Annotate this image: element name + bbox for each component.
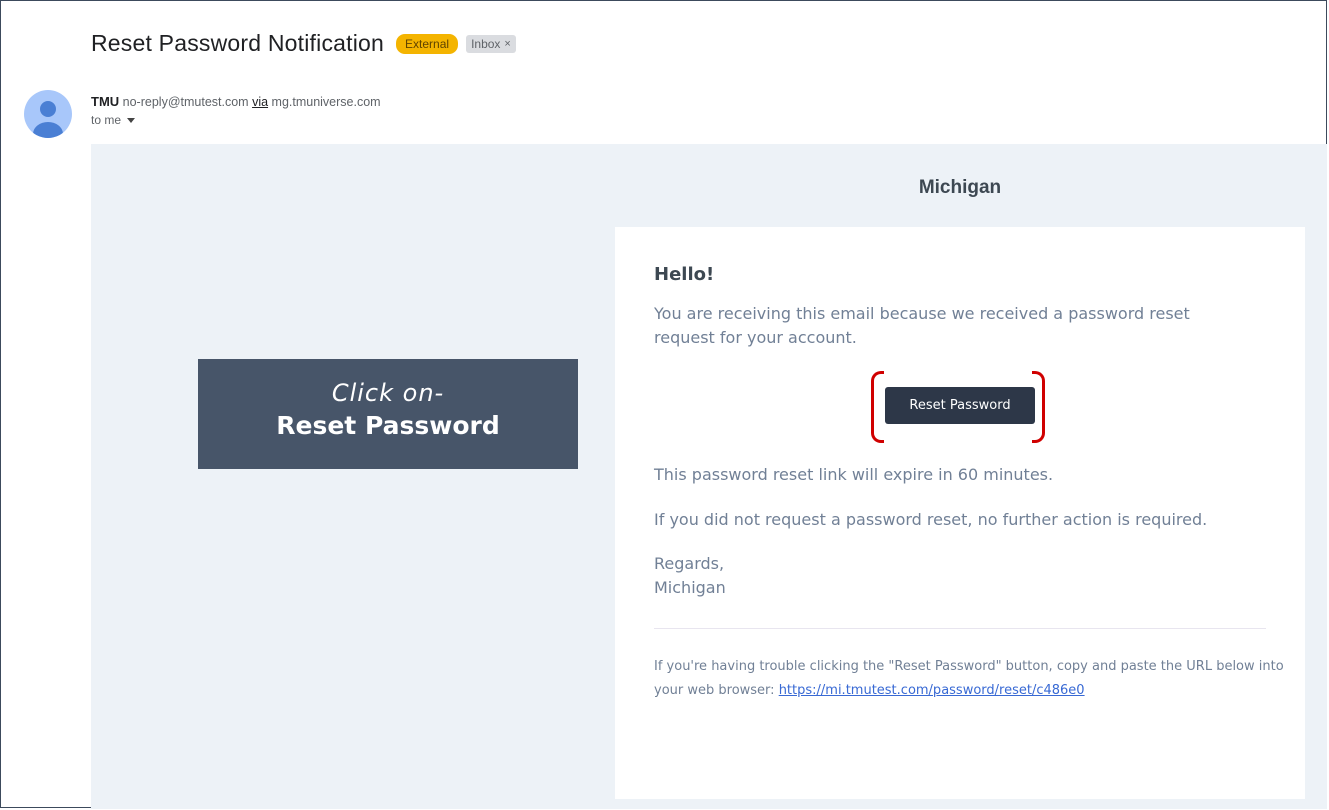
regards-text: Regards,	[654, 554, 725, 573]
email-view: Reset Password Notification External Inb…	[0, 0, 1327, 809]
brand-header: Michigan	[918, 177, 1002, 198]
email-body: Michigan Click on- Reset Password Hello!…	[91, 144, 1327, 809]
inbox-label-text: Inbox	[471, 36, 501, 51]
sender-name[interactable]: TMU	[91, 94, 119, 109]
external-label[interactable]: External	[396, 33, 459, 54]
reset-button-highlight: Reset Password	[871, 371, 1045, 443]
signature-block: Regards, Michigan	[654, 552, 726, 600]
greeting: Hello!	[654, 264, 715, 285]
divider	[654, 628, 1266, 629]
intro-text: You are receiving this email because we …	[654, 304, 1190, 347]
remove-label-icon[interactable]: ×	[504, 37, 510, 51]
callout-line2: Reset Password	[276, 411, 500, 440]
trouble-note: If you're having trouble clicking the "R…	[654, 655, 1294, 703]
via-link[interactable]: via	[252, 95, 268, 109]
sender-avatar[interactable]	[24, 90, 72, 138]
callout-line1: Click on-	[331, 379, 445, 407]
inbox-label[interactable]: Inbox ×	[466, 34, 516, 53]
expire-note: This password reset link will expire in …	[654, 465, 1054, 484]
sender-line: TMU no-reply@tmutest.com via mg.tmuniver…	[91, 94, 381, 109]
instruction-callout: Click on- Reset Password	[198, 359, 578, 469]
message-card: Hello! You are receiving this email beca…	[615, 227, 1305, 799]
no-action-note: If you did not request a password reset,…	[654, 510, 1208, 529]
via-domain: mg.tmuniverse.com	[271, 95, 381, 109]
email-subject: Reset Password Notification	[91, 30, 385, 56]
sender-email: no-reply@tmutest.com	[122, 95, 249, 109]
to-me-label: to me	[91, 113, 122, 127]
reset-password-button[interactable]: Reset Password	[885, 387, 1035, 424]
person-icon	[33, 101, 63, 138]
email-subject-row: Reset Password Notification External Inb…	[91, 30, 516, 57]
chevron-down-icon	[127, 117, 136, 123]
reset-url-link[interactable]: https://mi.tmutest.com/password/reset/c4…	[779, 683, 1085, 698]
recipient-details-toggle[interactable]: to me	[91, 113, 136, 127]
signature-name: Michigan	[654, 578, 726, 597]
highlight-bracket-left	[871, 371, 884, 443]
